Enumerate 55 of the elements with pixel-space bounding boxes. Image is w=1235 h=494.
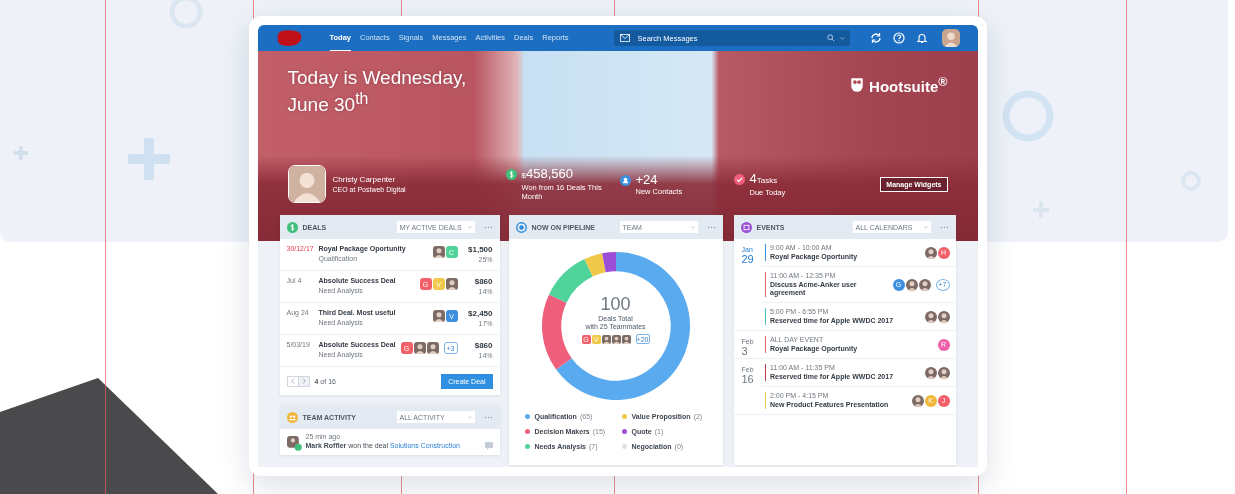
plus-decoration	[128, 138, 170, 180]
next-button[interactable]	[297, 375, 310, 387]
avatar-silhouette	[432, 246, 445, 258]
avatar-silhouette	[611, 334, 621, 344]
owl-icon	[850, 77, 865, 93]
dollar-icon	[286, 221, 298, 233]
plus-decoration	[12, 144, 30, 162]
deal-amount: $860	[473, 277, 493, 286]
caret-icon	[839, 37, 845, 40]
avatar-silhouette	[426, 342, 439, 354]
avatar-silhouette[interactable]	[941, 29, 960, 47]
avatar-silhouette	[413, 342, 426, 354]
previous-button[interactable]	[286, 375, 299, 387]
avatar-silhouette	[911, 394, 924, 407]
avatar-silhouette	[432, 310, 445, 322]
person-icon	[619, 174, 631, 186]
avatar-silhouette	[937, 310, 950, 323]
stat-value: +24	[635, 172, 659, 187]
avatar-silhouette	[937, 366, 950, 379]
brand-name: Hootsuite$^{®}$	[869, 75, 948, 95]
chevron-left-icon	[290, 378, 295, 384]
avatar-silhouette	[918, 278, 931, 291]
deal-amount: $860	[473, 341, 493, 350]
stat-value: $458,560	[521, 167, 574, 183]
deal-amount: $2,450	[467, 309, 493, 318]
avatar-silhouette	[601, 334, 611, 344]
envelope-icon	[619, 34, 630, 42]
avatar-silhouette	[621, 334, 631, 344]
dollar-icon	[505, 169, 517, 180]
avatar-silhouette	[287, 165, 326, 203]
check-icon	[733, 173, 745, 185]
date-heading: Today is Wednesday, June 30$^{th}$	[287, 67, 468, 116]
calendar-icon	[740, 221, 752, 233]
profile-name: Christy Carpenter	[332, 175, 397, 184]
ring-decoration	[1000, 88, 1056, 144]
comment-icon[interactable]	[484, 442, 493, 450]
stat-value: 4Tasks	[749, 171, 779, 188]
deals-total: 100	[600, 295, 631, 314]
avatar-with-badge-icon	[286, 436, 302, 451]
avatar-silhouette	[924, 246, 937, 259]
event-day: 29	[741, 253, 762, 265]
avatar-silhouette	[905, 278, 918, 291]
avatar-silhouette	[445, 278, 458, 290]
team-icon	[286, 411, 298, 423]
event-day: 3	[741, 345, 762, 357]
chevron-right-icon	[301, 378, 306, 384]
search-icon	[826, 34, 835, 42]
refresh-icon[interactable]	[869, 32, 882, 44]
bell-icon[interactable]	[915, 32, 928, 44]
avatar-silhouette	[924, 310, 937, 323]
avatar-silhouette	[924, 366, 937, 379]
help-icon[interactable]	[892, 32, 905, 44]
event-day: 16	[741, 373, 762, 385]
deal-amount: $1,500	[467, 245, 493, 254]
target-icon	[515, 221, 527, 233]
